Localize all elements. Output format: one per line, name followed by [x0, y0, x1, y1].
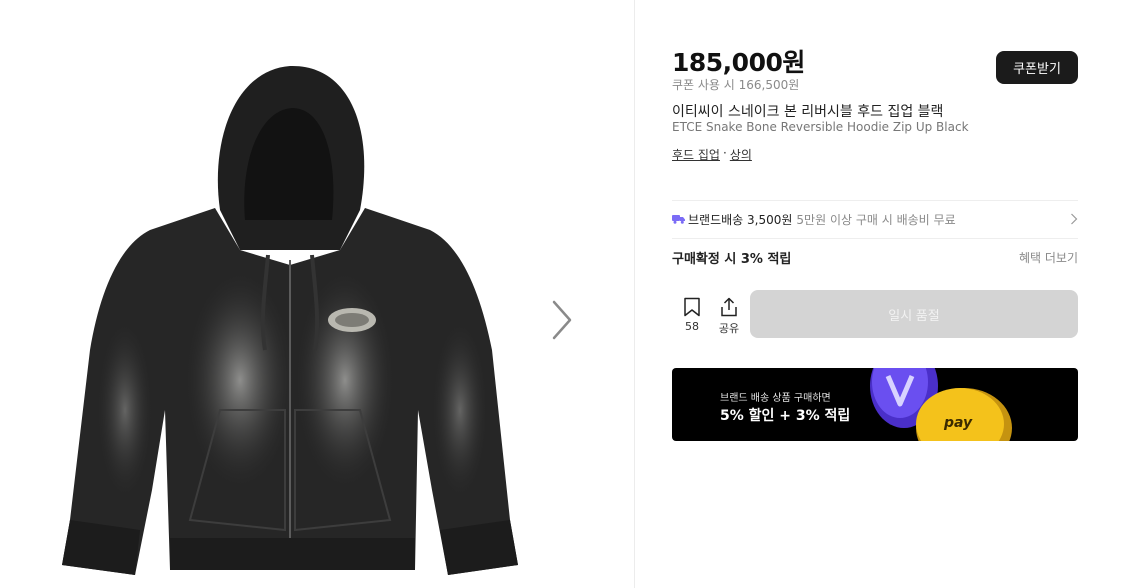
- category-link-sub[interactable]: 후드 집업: [672, 146, 720, 163]
- coin-pay-text: pay: [943, 415, 973, 431]
- purchase-points: 구매확정 시 3% 적립: [672, 252, 792, 267]
- product-gallery: [0, 0, 634, 588]
- share-button[interactable]: 공유: [715, 297, 743, 337]
- free-shipping-condition: 5만원 이상 구매 시 배송비 무료: [796, 212, 956, 227]
- truck-icon: [672, 215, 685, 224]
- banner-subtitle: 브랜드 배송 상품 구매하면: [720, 393, 831, 404]
- shipping-fee: 브랜드배송 3,500원: [688, 212, 793, 227]
- category-breadcrumb: 후드 집업 · 상의: [672, 146, 752, 163]
- category-separator: ·: [722, 146, 727, 160]
- soldout-button: 일시 품절: [750, 290, 1078, 338]
- banner-headline: 5% 할인 + 3% 적립: [720, 408, 851, 424]
- price: 185,000원: [672, 48, 805, 77]
- bookmark-count: 58: [685, 320, 699, 333]
- share-label: 공유: [718, 322, 740, 335]
- divider: [634, 0, 635, 588]
- coin-graphic: pay: [870, 368, 1012, 441]
- bookmark-button[interactable]: 58: [678, 297, 706, 337]
- bookmark-icon: [684, 297, 700, 317]
- category-link-main[interactable]: 상의: [730, 146, 752, 163]
- coupon-download-button[interactable]: 쿠폰받기: [996, 51, 1078, 84]
- promo-banner[interactable]: 브랜드 배송 상품 구매하면 5% 할인 + 3% 적립 pay: [672, 368, 1078, 441]
- product-name-korean: 이티씨이 스네이크 본 리버시블 후드 집업 블랙: [672, 104, 944, 120]
- share-icon: [721, 297, 737, 317]
- coupon-price: 쿠폰 사용 시 166,500원: [672, 78, 800, 92]
- more-benefits-link[interactable]: 혜택 더보기: [1019, 249, 1078, 266]
- product-image: [62, 65, 518, 575]
- next-image-chevron-right-icon[interactable]: [546, 296, 578, 344]
- divider: [672, 238, 1078, 239]
- chevron-right-icon: [1071, 213, 1078, 225]
- divider: [672, 200, 1078, 201]
- product-name-english: ETCE Snake Bone Reversible Hoodie Zip Up…: [672, 120, 969, 134]
- shipping-info-row[interactable]: 브랜드배송 3,500원 5만원 이상 구매 시 배송비 무료: [672, 210, 1078, 228]
